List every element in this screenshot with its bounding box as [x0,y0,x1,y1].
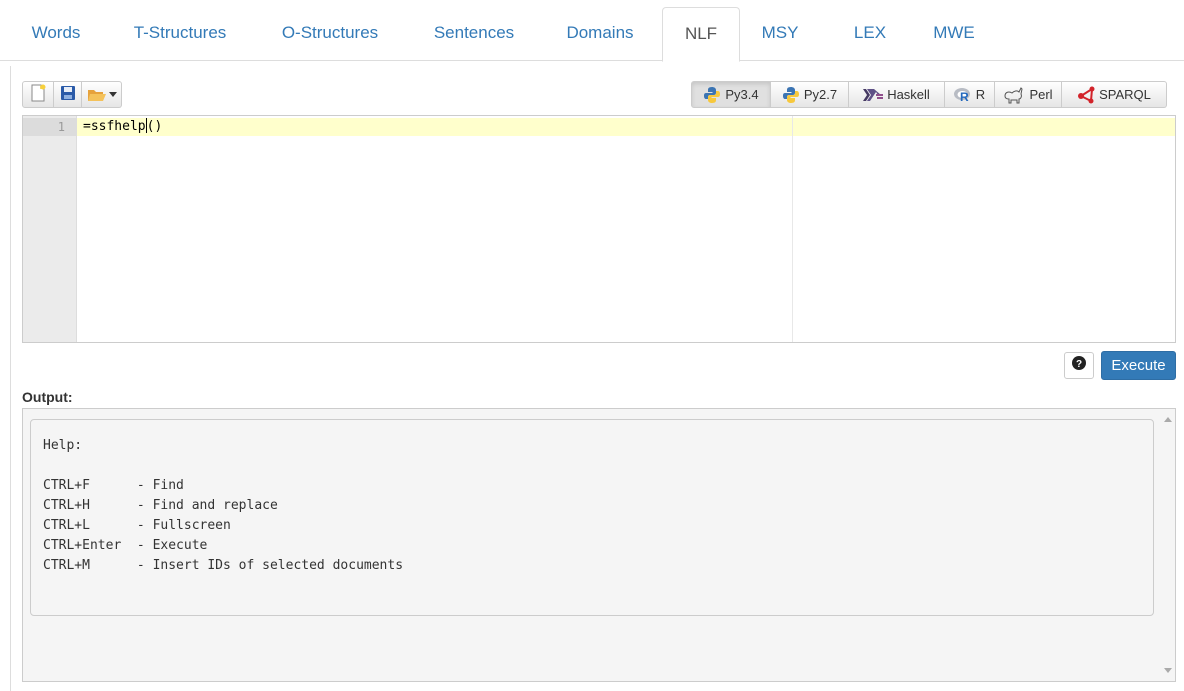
code-text: =ssfhelp [83,119,146,134]
output-line: Help: [43,438,83,453]
svg-text:?: ? [1076,359,1082,370]
lang-r-label: R [975,87,986,102]
question-circle-icon: ? [1072,356,1086,375]
code-editor[interactable]: 1 =ssfhelp() [22,115,1176,343]
lang-py34-label: Py3.4 [725,87,759,102]
output-label: Output: [22,389,73,405]
tab-sentences[interactable]: Sentences [416,7,532,61]
tab-domains[interactable]: Domains [548,7,652,61]
active-line-highlight [23,118,1175,136]
output-line: CTRL+H - Find and replace [43,498,278,513]
lang-py27-button[interactable]: Py2.7 [771,81,849,108]
save-button[interactable] [54,81,82,108]
lang-perl-button[interactable]: Perl [995,81,1062,108]
chevron-down-icon [108,91,117,97]
tab-o-structures[interactable]: O-Structures [262,7,398,61]
code-text-after-cursor: () [146,119,163,134]
output-text: Help: CTRL+F - Find CTRL+H - Find and re… [30,419,1154,616]
new-file-button[interactable] [22,81,54,108]
tab-t-structures[interactable]: T-Structures [112,7,248,61]
perl-icon [1003,86,1025,104]
line-number: 1 [57,120,65,134]
lang-perl-label: Perl [1029,87,1053,102]
lang-haskell-button[interactable]: Haskell [849,81,945,108]
python-icon [703,86,721,104]
lang-sparql-button[interactable]: SPARQL [1062,81,1167,108]
new-file-icon [29,84,47,105]
tab-msy[interactable]: MSY [752,7,808,61]
sparql-icon [1077,86,1095,104]
python-icon [782,86,800,104]
main-tabs: Words T-Structures O-Structures Sentence… [0,0,1184,62]
output-scrollbar[interactable] [1159,409,1175,681]
lang-r-button[interactable]: R R [945,81,995,108]
open-folder-button[interactable] [82,81,122,108]
tab-nlf[interactable]: NLF [662,7,740,62]
scroll-down-arrow-icon[interactable] [1164,668,1172,673]
scroll-up-arrow-icon[interactable] [1164,417,1172,422]
save-icon [60,85,76,104]
print-margin [792,116,793,342]
lang-py34-button[interactable]: Py3.4 [691,81,771,108]
r-icon: R [953,87,972,103]
svg-text:R: R [960,90,969,103]
lang-haskell-label: Haskell [887,87,930,102]
output-line: CTRL+Enter - Execute [43,538,208,553]
output-line: CTRL+L - Fullscreen [43,518,231,533]
language-toolbar: Py3.4 Py2.7 Haskell R R Perl SPARQL [691,81,1167,108]
lang-py27-label: Py2.7 [803,87,838,102]
output-line: CTRL+F - Find [43,478,184,493]
open-folder-icon [87,87,117,103]
editor-gutter [23,116,77,342]
tab-mwe[interactable]: MWE [926,7,982,61]
code-line[interactable]: =ssfhelp() [83,118,162,136]
output-panel: Help: CTRL+F - Find CTRL+H - Find and re… [22,408,1176,682]
execute-button[interactable]: Execute [1101,351,1176,380]
file-toolbar [22,81,122,108]
output-line: CTRL+M - Insert IDs of selected document… [43,558,404,573]
help-button[interactable]: ? [1064,352,1094,379]
lang-sparql-label: SPARQL [1099,87,1151,102]
tab-lex[interactable]: LEX [846,7,894,61]
haskell-icon [863,88,884,102]
tab-words[interactable]: Words [16,7,96,61]
